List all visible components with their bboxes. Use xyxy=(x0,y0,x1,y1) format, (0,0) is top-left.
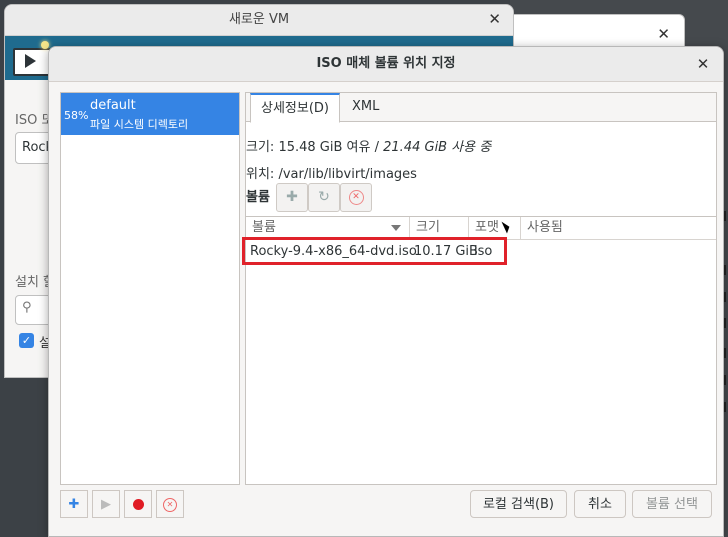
cancel-button[interactable]: 취소 xyxy=(574,490,626,518)
choose-volume-button[interactable]: 볼륨 선택 xyxy=(632,490,712,518)
plus-icon: ✚ xyxy=(286,189,298,205)
search-icon: ⚲ xyxy=(22,300,32,315)
pool-details-panel: 상세정보(D) XML 크기: 15.48 GiB 여유 / 21.44 GiB… xyxy=(242,92,717,485)
volume-table: 볼륨 크기 포맷 사용됨 Rocky-9.4-x86_64-dvd.iso 10… xyxy=(242,216,716,485)
column-header-used-by[interactable]: 사용됨 xyxy=(521,217,716,239)
add-volume-button[interactable]: ✚ xyxy=(276,183,308,212)
vm-monitor-icon xyxy=(13,48,51,76)
close-icon[interactable]: ✕ xyxy=(693,54,713,74)
location-label: 위치: xyxy=(246,167,275,182)
column-header-volume[interactable]: 볼륨 xyxy=(246,217,410,239)
pool-item-default[interactable]: 58% default 파일 시스템 디렉토리 xyxy=(61,93,239,135)
pool-usage-percent: 58% xyxy=(64,109,89,122)
stop-pool-button[interactable] xyxy=(124,490,152,518)
delete-pool-button[interactable]: ✕ xyxy=(156,490,184,518)
delete-icon: ✕ xyxy=(348,189,364,205)
volume-name: Rocky-9.4-x86_64-dvd.iso xyxy=(250,244,417,259)
new-vm-title: 새로운 VM xyxy=(5,5,513,36)
browse-local-button[interactable]: 로컬 검색(B) xyxy=(470,490,567,518)
start-pool-button[interactable]: ▶ xyxy=(92,490,120,518)
close-icon[interactable]: ✕ xyxy=(657,25,670,43)
pool-name: default xyxy=(90,98,136,113)
play-icon: ▶ xyxy=(101,497,111,512)
location-path: /var/lib/libvirt/images xyxy=(278,167,417,182)
volumes-label: 볼륨 xyxy=(246,190,270,205)
detect-os-checkbox[interactable]: ✓ xyxy=(19,333,34,348)
used-space: 21.44 GiB 사용 중 xyxy=(383,140,492,155)
column-header-size[interactable]: 크기 xyxy=(410,217,469,239)
delete-icon: ✕ xyxy=(163,497,177,512)
dialog-title: ISO 매체 볼륨 위치 지정 xyxy=(49,47,723,82)
size-separator: / xyxy=(374,140,379,155)
close-icon[interactable]: ✕ xyxy=(488,10,501,28)
column-header-format[interactable]: 포맷 xyxy=(469,217,521,239)
volume-format: iso xyxy=(474,244,493,259)
volume-size: 10.17 GiB xyxy=(414,244,478,259)
chevron-down-icon xyxy=(391,225,401,231)
table-header: 볼륨 크기 포맷 사용됨 xyxy=(246,217,716,240)
storage-pool-list: 58% default 파일 시스템 디렉토리 xyxy=(60,92,240,485)
record-icon xyxy=(132,499,144,510)
plus-icon: ✚ xyxy=(68,497,80,512)
refresh-volumes-button[interactable]: ↻ xyxy=(308,183,340,212)
refresh-icon: ↻ xyxy=(318,189,330,205)
iso-volume-dialog: ISO 매체 볼륨 위치 지정 ✕ 58% default 파일 시스템 디렉토… xyxy=(48,46,724,537)
size-label: 크기: xyxy=(246,140,275,155)
table-row[interactable]: Rocky-9.4-x86_64-dvd.iso 10.17 GiB iso xyxy=(242,237,716,265)
vm-sparkle-icon xyxy=(41,41,49,49)
free-space: 15.48 GiB 여유 xyxy=(278,140,371,155)
add-pool-button[interactable]: ✚ xyxy=(60,490,88,518)
size-info: 크기: 15.48 GiB 여유 / 21.44 GiB 사용 중 xyxy=(246,136,491,155)
delete-volume-button[interactable]: ✕ xyxy=(340,183,372,212)
column-label: 볼륨 xyxy=(252,220,276,235)
location-info: 위치: /var/lib/libvirt/images xyxy=(246,163,417,182)
pool-type: 파일 시스템 디렉토리 xyxy=(90,118,189,131)
